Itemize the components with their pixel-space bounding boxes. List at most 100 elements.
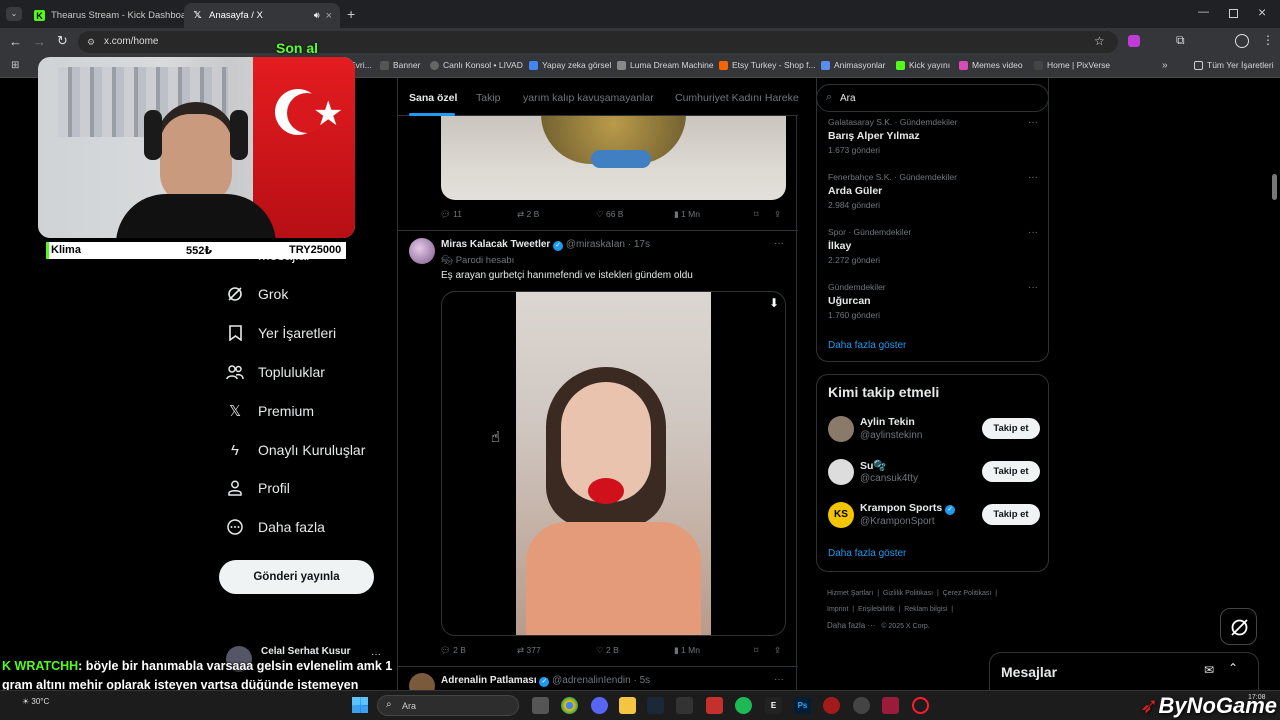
scrollbar-thumb[interactable]: [1272, 174, 1277, 200]
expand-icon[interactable]: ⌃: [1228, 661, 1238, 675]
tab-for-you[interactable]: Sana özel: [409, 92, 457, 104]
photoshop-icon[interactable]: Ps: [794, 697, 811, 714]
app-icon[interactable]: [853, 697, 870, 714]
tab-list-2[interactable]: Cumhuriyet Kadını Hareke: [675, 92, 799, 104]
footer-link[interactable]: Imprint: [827, 606, 848, 613]
reload-icon[interactable]: ↻: [57, 33, 68, 49]
more-icon[interactable]: ···: [1028, 117, 1038, 128]
star-icon[interactable]: ☆: [1094, 34, 1105, 48]
views-button[interactable]: ▮ 1 Mn: [674, 209, 700, 220]
footer-link[interactable]: Reklam bilgisi: [904, 606, 947, 613]
search-input[interactable]: ⌕ Ara: [816, 84, 1049, 112]
post-time[interactable]: · 17s: [628, 239, 650, 250]
download-icon[interactable]: ⬇: [769, 296, 779, 310]
menu-icon[interactable]: ⋮: [1262, 33, 1274, 47]
show-more-trends-link[interactable]: Daha fazla göster: [828, 340, 906, 351]
author-name[interactable]: Adrenalin Patlaması: [441, 675, 537, 686]
follow-suggestion[interactable]: Su🫧 @cansuk4tty Takip et: [828, 457, 1040, 487]
more-icon[interactable]: ···: [1028, 172, 1038, 183]
url-field[interactable]: ⚙ x.com/home: [78, 31, 1118, 53]
spotify-icon[interactable]: [735, 697, 752, 714]
bookmark-icon[interactable]: ⌑: [754, 645, 758, 656]
all-bookmarks-folder[interactable]: Tüm Yer İşaretleri: [1194, 60, 1274, 70]
author-name[interactable]: Miras Kalacak Tweetler: [441, 239, 550, 250]
more-icon[interactable]: ···: [774, 238, 784, 249]
more-icon[interactable]: ···: [1028, 282, 1038, 293]
footer-link[interactable]: Çerez Politikası: [943, 590, 992, 597]
speaker-icon[interactable]: 🔊︎: [314, 10, 320, 21]
follow-suggestion[interactable]: KS Krampon Sports ✓ @KramponSport Takip …: [828, 500, 1040, 530]
opera-icon[interactable]: [912, 697, 929, 714]
extension-icon[interactable]: [1128, 35, 1140, 47]
share-icon[interactable]: ⇪: [774, 645, 781, 656]
follow-suggestion[interactable]: Aylin Tekin @aylinstekinn Takip et: [828, 414, 1040, 444]
epic-games-icon[interactable]: E: [765, 697, 782, 714]
bookmark-item[interactable]: Etsy Turkey - Shop f...: [719, 60, 816, 70]
repost-button[interactable]: ⇄ 2 B: [517, 209, 539, 220]
app-icon[interactable]: [823, 697, 840, 714]
bookmark-item[interactable]: Yapay zeka görsel: [529, 60, 611, 70]
follow-button[interactable]: Takip et: [982, 504, 1040, 525]
bookmark-item[interactable]: Home | PixVerse: [1034, 60, 1110, 70]
bookmark-item[interactable]: Animasyonlar: [821, 60, 886, 70]
app-icon[interactable]: [676, 697, 693, 714]
show-more-follow-link[interactable]: Daha fazla göster: [828, 548, 906, 559]
like-button[interactable]: ♡ 2 B: [596, 645, 619, 656]
steam-icon[interactable]: [647, 697, 664, 714]
share-icon[interactable]: ⇪: [774, 209, 781, 220]
maximize-button[interactable]: [1229, 9, 1238, 18]
tab-x-home[interactable]: 𝕏 Anasayfa / X 🔊︎ ×: [184, 3, 340, 28]
bookmark-item[interactable]: Kick yayını: [896, 60, 950, 70]
avatar[interactable]: [409, 673, 435, 690]
apps-icon[interactable]: ⊞: [11, 60, 19, 71]
nav-grok[interactable]: Grok: [226, 285, 288, 303]
messages-drawer[interactable]: Mesajlar ✉ ⌃: [989, 652, 1259, 690]
nav-verified-orgs[interactable]: ϟ Onaylı Kuruluşlar: [226, 441, 365, 459]
back-icon[interactable]: ←: [9, 34, 22, 49]
more-bookmarks-icon[interactable]: »: [1162, 60, 1168, 71]
nav-bookmarks[interactable]: Yer İşaretleri: [226, 324, 336, 342]
tab-following[interactable]: Takip: [476, 92, 501, 104]
app-icon[interactable]: [882, 697, 899, 714]
close-icon[interactable]: ×: [326, 10, 332, 22]
bookmark-item[interactable]: Banner: [380, 60, 420, 70]
trend-item[interactable]: Fenerbahçe S.K. · Gündemdekiler Arda Güle…: [828, 172, 1038, 210]
forward-icon[interactable]: →: [33, 34, 46, 49]
footer-link[interactable]: Erişilebilirlik: [858, 606, 895, 613]
nav-more[interactable]: Daha fazla: [226, 518, 325, 536]
grok-floating-button[interactable]: [1220, 608, 1257, 645]
like-button[interactable]: ♡ 66 B: [596, 209, 623, 220]
chrome-icon[interactable]: [561, 697, 578, 714]
bookmark-item[interactable]: Luma Dream Machine: [617, 60, 714, 70]
follow-button[interactable]: Takip et: [982, 461, 1040, 482]
footer-link[interactable]: Gizlilik Politikası: [883, 590, 933, 597]
post-media[interactable]: [441, 114, 786, 200]
reply-button[interactable]: 💬︎ 2 B: [440, 645, 466, 656]
close-window-button[interactable]: ×: [1258, 4, 1266, 20]
record-icon[interactable]: [706, 697, 723, 714]
post-button[interactable]: Gönderi yayınla: [219, 560, 374, 594]
reply-button[interactable]: 💬︎ 11: [440, 209, 462, 220]
folder-icon[interactable]: [619, 697, 636, 714]
trend-item[interactable]: Spor · Gündemdekiler İlkay 2.272 gönderi ·…: [828, 227, 1038, 265]
new-tab-button[interactable]: +: [347, 6, 355, 22]
extensions-puzzle-icon[interactable]: ⧉: [1176, 33, 1185, 48]
site-info-icon[interactable]: ⚙: [87, 31, 95, 53]
post-video[interactable]: ⬇: [441, 291, 786, 636]
taskbar-search[interactable]: ⌕ Ara: [377, 695, 519, 716]
tab-list-1[interactable]: yarım kalıp kavuşamayanlar: [523, 92, 654, 104]
more-icon[interactable]: ···: [774, 674, 784, 685]
post-time[interactable]: · 5s: [633, 675, 650, 686]
footer-link[interactable]: Hizmet Şartları: [827, 590, 873, 597]
task-view-icon[interactable]: [532, 697, 549, 714]
bookmark-item[interactable]: Memes video: [959, 60, 1023, 70]
nav-premium[interactable]: 𝕏 Premium: [226, 402, 314, 420]
bookmark-icon[interactable]: ⌑: [754, 209, 758, 220]
nav-communities[interactable]: Topluluklar: [226, 363, 325, 381]
author-handle[interactable]: @adrenalinIendin: [552, 675, 631, 686]
author-handle[interactable]: @miraskaIan: [566, 239, 625, 250]
repost-button[interactable]: ⇄ 377: [517, 645, 541, 656]
more-icon[interactable]: ···: [1028, 227, 1038, 238]
discord-icon[interactable]: [591, 697, 608, 714]
views-button[interactable]: ▮ 1 Mn: [674, 645, 700, 656]
